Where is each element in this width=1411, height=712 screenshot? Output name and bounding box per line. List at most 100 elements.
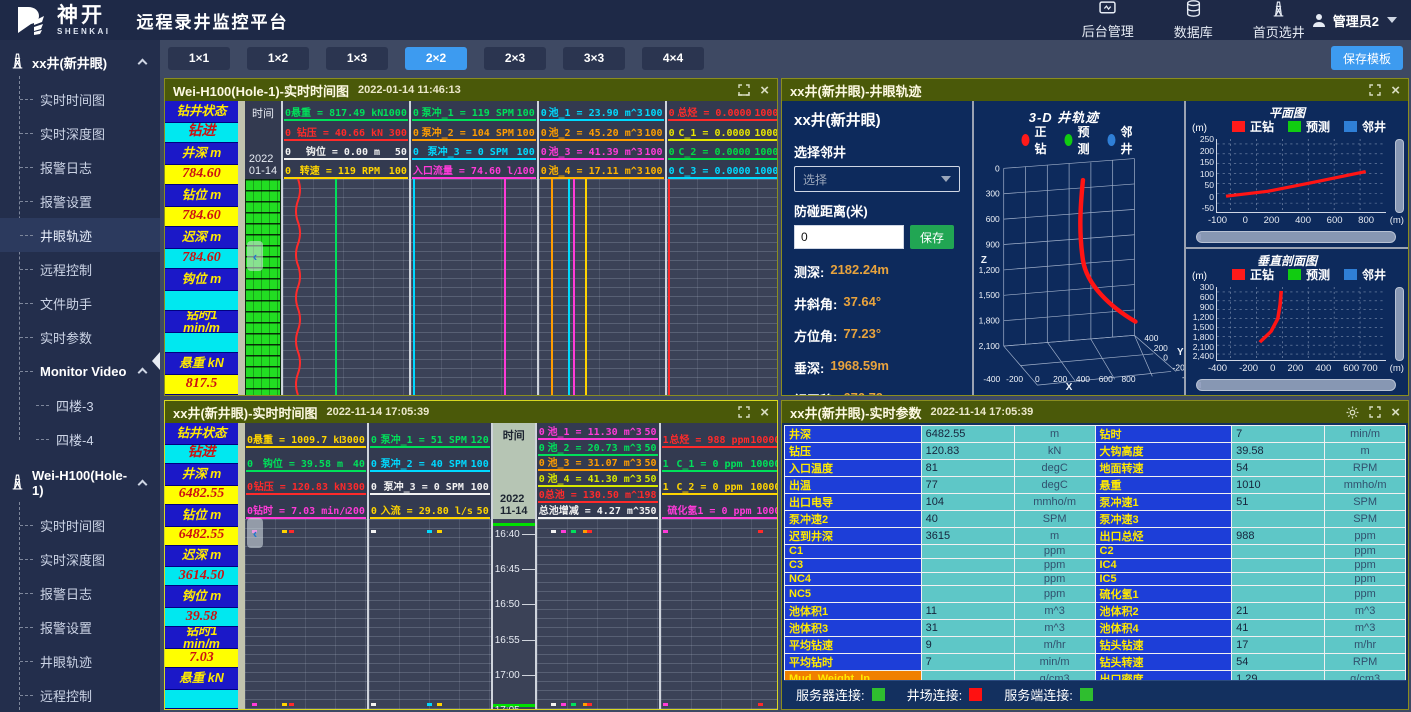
layout-button-1x1[interactable]: 1×1	[168, 47, 230, 70]
legend-item: 正钻	[1232, 118, 1274, 135]
param-value-cell: 988	[1232, 528, 1325, 545]
param-value-cell	[921, 586, 1014, 603]
close-icon[interactable]: ×	[760, 405, 769, 420]
track-plot[interactable]	[537, 519, 659, 709]
layout-button-1x2[interactable]: 1×2	[247, 47, 309, 70]
neighbor-well-select[interactable]: 选择	[794, 166, 960, 192]
tree-dash	[20, 661, 33, 662]
y-tick: 1,800	[1193, 333, 1214, 342]
close-icon[interactable]: ×	[1391, 83, 1400, 98]
user-menu[interactable]: 管理员2	[1311, 11, 1397, 30]
sidebar-item-井眼轨迹[interactable]: 井眼轨迹	[0, 644, 160, 678]
curve-max: 120	[471, 435, 489, 446]
sidebar-item-报警日志[interactable]: 报警日志	[0, 150, 160, 184]
layout-button-1x3[interactable]: 1×3	[326, 47, 388, 70]
vertical-scrollbar[interactable]	[1395, 287, 1404, 361]
expand-icon[interactable]	[1369, 84, 1381, 96]
legend-swatch	[1232, 121, 1245, 132]
sidebar-item-报警日志[interactable]: 报警日志	[0, 576, 160, 610]
sidebar-well-1[interactable]: Wei-H100(Hole-1)	[0, 456, 160, 508]
track-plot[interactable]	[283, 179, 409, 395]
anti-collision-distance-input[interactable]	[794, 225, 904, 249]
sidebar-item-实时深度图[interactable]: 实时深度图	[0, 542, 160, 576]
track-plot[interactable]	[245, 519, 367, 709]
connection-status: 服务器连接:	[796, 685, 885, 704]
curve-max: 100	[645, 108, 663, 119]
horizontal-scrollbar[interactable]	[1196, 379, 1396, 391]
legend-label: 正钻	[1250, 118, 1274, 135]
sidebar-item-实时时间图[interactable]: 实时时间图	[0, 82, 160, 116]
axis-tick-label: 600	[1099, 374, 1113, 384]
gear-icon[interactable]	[1346, 406, 1359, 419]
close-icon[interactable]: ×	[760, 83, 769, 98]
time-axis: 16:4016:4516:5016:5517:0017:05	[493, 519, 535, 709]
param-name-cell: C3	[785, 558, 922, 572]
expand-icon[interactable]	[738, 406, 750, 418]
trajectory-stat: 视平移:676.79m	[794, 390, 960, 395]
tracks-area: 时间202201-140悬重 = 817.49 kN10000钻压 = 40.6…	[245, 101, 777, 395]
legend-item: 正钻	[1232, 266, 1274, 283]
top-nav: 后台管理 数据库 首页选井	[1082, 0, 1305, 41]
curve-max: 100	[471, 482, 489, 493]
curve-line	[413, 179, 415, 395]
nav-item-derrick[interactable]: 首页选井	[1253, 0, 1305, 41]
layout-button-2x3[interactable]: 2×3	[484, 47, 546, 70]
param-unit-cell: ppm	[1325, 528, 1406, 545]
sidebar-item-报警设置[interactable]: 报警设置	[0, 610, 160, 644]
sidebar-item-文件助手[interactable]: 文件助手	[0, 286, 160, 320]
well-title: Wei-H100(Hole-1)	[32, 468, 132, 498]
curve-label-row: 0池_4 = 41.30 m^350	[538, 471, 658, 487]
curve-max: 40	[353, 459, 365, 470]
param-value: 784.60	[165, 249, 238, 269]
data-point	[551, 703, 556, 706]
param-value: 39.58	[165, 608, 238, 627]
main-content: 1×11×21×32×22×33×34×4 保存模板 Wei-H100(Hole…	[160, 40, 1411, 712]
track-plot[interactable]	[539, 179, 665, 395]
sidebar-item-远程控制[interactable]: 远程控制	[0, 252, 160, 286]
curve-max: 100000	[754, 166, 777, 177]
layout-button-4x4[interactable]: 4×4	[642, 47, 704, 70]
sidebar-item-实时时间图[interactable]: 实时时间图	[0, 508, 160, 542]
tree-dash	[20, 371, 33, 372]
track-plot[interactable]	[661, 519, 777, 709]
collapse-tab[interactable]: ‹	[247, 518, 263, 548]
sidebar-item-远程控制[interactable]: 远程控制	[0, 678, 160, 712]
expand-icon[interactable]	[1369, 406, 1381, 418]
track-plot[interactable]	[369, 519, 491, 709]
sidebar-item-四楼-4[interactable]: 四楼-4	[0, 422, 160, 456]
trajectory-side-charts: 平面图 (m) 正钻预测邻井 250200150100500-50	[1184, 101, 1408, 395]
track-plot[interactable]	[411, 179, 537, 395]
close-icon[interactable]: ×	[1391, 405, 1400, 420]
save-button[interactable]: 保存	[910, 225, 954, 249]
data-point	[289, 530, 294, 533]
sidebar-item-Monitor Video[interactable]: Monitor Video	[0, 354, 160, 388]
data-point	[282, 703, 287, 706]
sidebar-item-四楼-3[interactable]: 四楼-3	[0, 388, 160, 422]
nav-item-admin-monitor[interactable]: 后台管理	[1082, 1, 1134, 40]
sidebar-item-实时深度图[interactable]: 实时深度图	[0, 116, 160, 150]
track-plot[interactable]	[667, 179, 777, 395]
sidebar-collapse-handle[interactable]	[152, 352, 160, 370]
collapse-tab[interactable]: ‹	[247, 241, 263, 271]
curve-label-row: 总池增减 = 4.27 m^350	[538, 503, 658, 519]
save-template-button[interactable]: 保存模板	[1331, 46, 1403, 70]
sidebar-well-0[interactable]: xx井(新井眼)	[0, 40, 160, 82]
param-unit-cell: m^3	[1014, 603, 1095, 620]
param-name-cell: 池体积4	[1095, 620, 1232, 637]
expand-icon[interactable]	[738, 84, 750, 96]
sidebar-item-实时参数[interactable]: 实时参数	[0, 320, 160, 354]
x-tick: 400	[1315, 363, 1331, 375]
stat-label: 视平移:	[794, 390, 837, 395]
sidebar-item-报警设置[interactable]: 报警设置	[0, 184, 160, 218]
nav-item-database[interactable]: 数据库	[1174, 0, 1213, 41]
vertical-scrollbar[interactable]	[1395, 139, 1404, 213]
layout-button-2x2[interactable]: 2×2	[405, 47, 467, 70]
param-value-cell	[1232, 545, 1325, 559]
sidebar-item-井眼轨迹[interactable]: 井眼轨迹	[0, 218, 160, 252]
horizontal-scrollbar[interactable]	[1196, 231, 1396, 243]
sidebar-item-label: 报警日志	[40, 158, 92, 177]
param-label: 钻井状态	[165, 101, 238, 123]
curve-max: 100000	[754, 108, 777, 119]
curve-name-value: 入口流量 = 74.60 l/s	[413, 162, 517, 177]
layout-button-3x3[interactable]: 3×3	[563, 47, 625, 70]
